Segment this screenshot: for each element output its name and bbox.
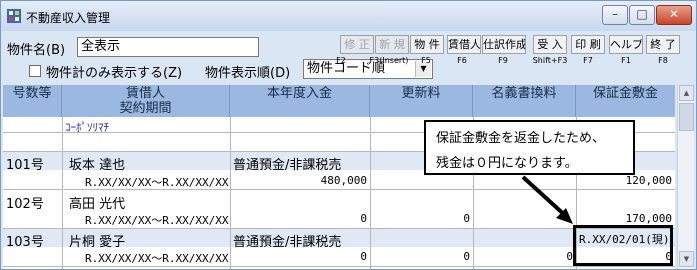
fn-key-exit: F8 (658, 56, 668, 65)
scroll-thumb[interactable] (679, 103, 694, 131)
col-divider (62, 117, 63, 269)
fn-key-help: F1 (621, 56, 631, 65)
tenant-name[interactable]: 片桐 愛子 (69, 231, 125, 250)
income-type[interactable]: 普通預金/非課税売 (233, 231, 341, 250)
header-period-label: 契約期間 (119, 101, 172, 116)
annotation-callout: 保証金敷金を返金したため、 残金は０円になります。 (424, 120, 635, 175)
fn-button-new[interactable]: 新 規 (375, 35, 409, 54)
transfer-amount[interactable]: 0 (473, 250, 573, 263)
tenant-name[interactable]: 高田 光代 (69, 193, 125, 212)
order-label: 物件表示順(D) (205, 66, 291, 81)
fn-key-edit: F2 (336, 56, 346, 65)
tenant-name[interactable]: 坂本 達也 (69, 154, 125, 173)
col-divider (370, 117, 371, 269)
building-name[interactable]: ｺｰﾎﾟｿﾘﾏﾁ (65, 119, 109, 135)
header-deposit[interactable]: 保証金敷金 (576, 85, 675, 117)
scroll-down-icon[interactable]: ▼ (679, 251, 694, 267)
callout-line-1: 保証金敷金を返金したため、 (436, 131, 606, 146)
only-totals-checkbox[interactable] (29, 65, 41, 77)
minimize-button[interactable]: – (602, 5, 628, 25)
maximize-button[interactable]: □ (629, 5, 655, 25)
vertical-scrollbar[interactable]: ▲ ▼ (677, 85, 694, 269)
room-number[interactable]: 103号 (6, 231, 44, 250)
fn-button-edit[interactable]: 修 正 (340, 35, 374, 54)
highlight-box (573, 225, 673, 266)
header-tenant-label: 賃借人 (125, 86, 165, 101)
header-renewal[interactable]: 更新料 (370, 85, 473, 117)
income-amount[interactable]: 480,000 (230, 174, 367, 187)
fn-button-journal[interactable]: 仕訳作成 (482, 35, 526, 54)
title-bar[interactable]: 不動産収入管理 – □ ✕ (1, 1, 696, 31)
contract-period[interactable]: R.XX/XX/XX～R.XX/XX/XX (85, 212, 228, 228)
fn-key-property: F5 (421, 56, 431, 65)
header-income[interactable]: 本年度入金 (230, 85, 370, 117)
contract-period[interactable]: R.XX/XX/XX～R.XX/XX/XX (85, 174, 228, 190)
fn-button-tenant[interactable]: 賃借人 (447, 35, 481, 54)
fn-button-property[interactable]: 物 件 (410, 35, 444, 54)
fn-key-print: F7 (583, 56, 593, 65)
renewal-amount[interactable]: 0 (370, 250, 470, 263)
fn-key-new: F3(Insert) (369, 56, 409, 65)
fn-key-journal: F9 (498, 56, 508, 65)
fn-button-print[interactable]: 印 刷 (571, 35, 605, 54)
window-title: 不動産収入管理 (26, 11, 111, 25)
header-transfer[interactable]: 名義書換料 (473, 85, 576, 117)
deposit-amount[interactable]: 170,000 (576, 212, 672, 225)
contract-period[interactable]: R.XX/XX/XX～R.XX/XX/XX (85, 250, 228, 266)
income-amount[interactable]: 0 (230, 212, 367, 225)
scroll-up-icon[interactable]: ▲ (679, 85, 694, 101)
room-number[interactable]: 102号 (6, 193, 44, 212)
room-number[interactable]: 101号 (6, 154, 44, 173)
fn-button-help[interactable]: ヘルプ (609, 35, 643, 54)
callout-line-2: 残金は０円になります。 (436, 156, 578, 171)
fn-button-exit[interactable]: 終 了 (646, 35, 680, 54)
income-type[interactable]: 普通預金/非課税売 (233, 154, 341, 173)
col-divider (230, 117, 231, 269)
property-select-value: 全表示 (81, 39, 121, 54)
only-totals-label: 物件計のみ表示する(Z) (46, 66, 183, 81)
filter-toolbar: 物件名(B) 全表示 物件計のみ表示する(Z) 物件表示順(D) 物件コード順 … (1, 31, 696, 83)
property-select[interactable]: 全表示 (77, 37, 259, 57)
close-button[interactable]: ✕ (656, 5, 692, 25)
property-label: 物件名(B) (7, 43, 66, 58)
income-amount[interactable]: 0 (230, 250, 367, 263)
fn-key-tenant: F6 (457, 56, 467, 65)
app-icon (7, 9, 21, 23)
fn-button-receive[interactable]: 受 入 (533, 35, 567, 54)
header-room[interactable]: 号数等 (3, 85, 62, 117)
renewal-amount[interactable]: 0 (370, 212, 470, 225)
fn-key-receive: Shift+F3 (532, 56, 568, 65)
header-tenant[interactable]: 賃借人 契約期間 (62, 85, 230, 117)
row-divider (3, 266, 675, 267)
